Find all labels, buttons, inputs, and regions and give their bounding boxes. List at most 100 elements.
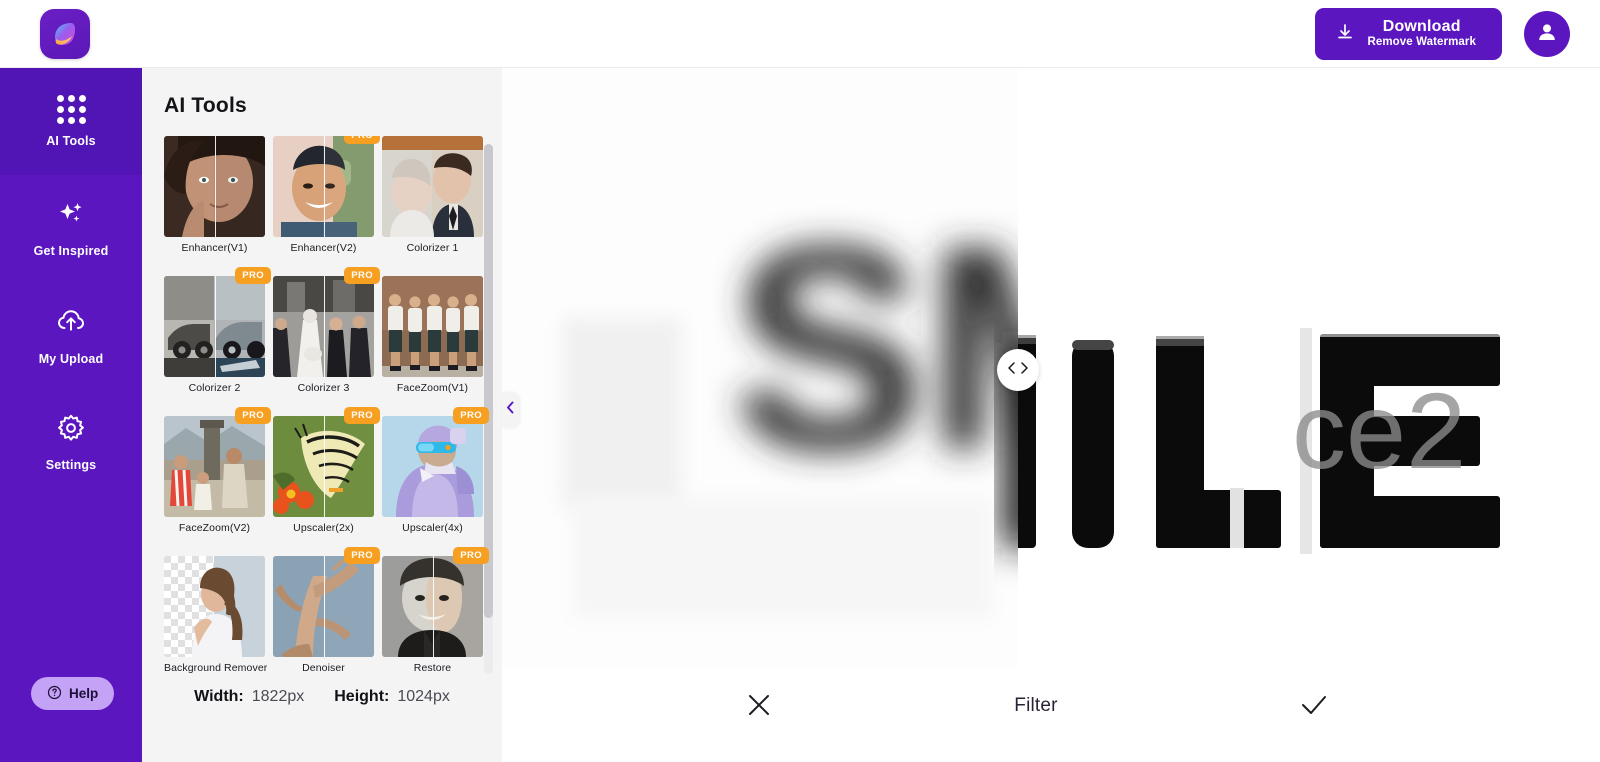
left-right-chevrons-icon <box>1006 361 1030 380</box>
tool-label: Enhancer(V2) <box>290 242 357 254</box>
collapse-panel-button[interactable] <box>502 392 519 428</box>
compare-split-line <box>214 276 216 377</box>
tool-card[interactable]: PRO <box>164 267 271 394</box>
check-icon <box>1300 692 1328 721</box>
pro-badge: PRO <box>453 547 489 564</box>
tool-thumbnail <box>273 136 374 237</box>
sidebar-item-label: AI Tools <box>46 134 96 148</box>
tool-label: Background Remover <box>164 662 268 674</box>
compare-slider-handle[interactable] <box>997 349 1040 391</box>
tool-label: Colorizer 1 <box>406 242 459 254</box>
tool-thumbnail <box>164 556 265 657</box>
ai-tools-panel: AI Tools Enhancer(V1) Enhancer(V2) Color… <box>142 68 502 762</box>
pro-badge: PRO <box>344 267 380 284</box>
user-avatar-icon <box>1535 20 1559 47</box>
tool-card[interactable]: PRO <box>382 547 489 674</box>
sidebar-item-label: Get Inspired <box>33 244 109 258</box>
help-button[interactable]: Help <box>31 677 115 710</box>
app-logo-leaf-icon[interactable] <box>40 8 90 59</box>
tool-thumbnail <box>382 556 483 657</box>
panel-title: AI Tools <box>164 94 247 117</box>
pro-badge: PRO <box>235 267 271 284</box>
image-dimensions: Width: 1822px Height: 1024px <box>142 688 502 706</box>
tool-thumbnail <box>164 276 265 377</box>
tool-thumbnail <box>164 136 265 237</box>
tool-label: Upscaler(4x) <box>402 522 463 534</box>
tool-label: Restore <box>413 662 452 674</box>
header-actions: Download Remove Watermark <box>1315 7 1570 60</box>
tool-card[interactable]: PRO <box>273 136 380 254</box>
app-header: Download Remove Watermark <box>0 0 1600 68</box>
compare-split-line <box>432 556 434 657</box>
compare-split-line <box>323 556 325 657</box>
close-x-icon <box>746 692 772 721</box>
width-value: 1822px <box>251 688 305 705</box>
tool-thumbnail <box>382 276 483 377</box>
question-circle-icon <box>47 685 62 703</box>
editor-canvas: SM ce2 Filter <box>502 68 1600 762</box>
sidebar-item-get-inspired[interactable]: Get Inspired <box>0 175 142 282</box>
left-sidebar: AI Tools Get Inspired My Upload Settings… <box>0 68 142 762</box>
pro-badge: PRO <box>235 407 271 424</box>
pro-badge: PRO <box>344 136 380 144</box>
tool-label: Colorizer 3 <box>297 382 350 394</box>
tool-card[interactable]: Background Remover <box>164 556 268 674</box>
sidebar-item-label: My Upload <box>38 352 104 366</box>
tool-thumbnail <box>164 416 265 517</box>
filter-action-bar: Filter <box>502 650 1600 762</box>
tool-label: FaceZoom(V2) <box>178 522 251 534</box>
sidebar-item-ai-tools[interactable]: AI Tools <box>0 68 142 175</box>
tool-card[interactable]: FaceZoom(V1) <box>382 276 483 394</box>
compare-split-line <box>323 136 325 237</box>
download-sub-label: Remove Watermark <box>1367 36 1476 49</box>
tool-card[interactable]: PRO Denoiser <box>273 547 380 674</box>
tools-grid: Enhancer(V1) PRO <box>142 136 502 674</box>
logo-container[interactable] <box>40 8 90 59</box>
sparkle-icon <box>56 199 86 234</box>
cloud-upload-icon <box>55 305 87 342</box>
tool-label: Colorizer 2 <box>188 382 241 394</box>
chevron-left-icon <box>506 401 515 419</box>
compare-split-line <box>323 276 325 377</box>
confirm-filter-button[interactable] <box>1300 692 1328 721</box>
tool-card[interactable]: PRO <box>382 407 489 534</box>
tool-label: Denoiser <box>302 662 345 674</box>
grid-dots-icon <box>56 95 86 124</box>
app-root: Download Remove Watermark AI Tools Get I… <box>0 0 1600 762</box>
height-value: 1024px <box>397 688 450 705</box>
watermark-text: ce2 <box>1292 370 1466 491</box>
tool-label: Upscaler(2x) <box>293 522 354 534</box>
width-label: Width: <box>194 688 244 705</box>
compare-split-line <box>323 416 325 517</box>
compare-split-line <box>214 136 216 237</box>
tools-scroll-area[interactable]: Enhancer(V1) PRO <box>142 136 502 674</box>
tool-thumbnail <box>382 416 483 517</box>
tool-card[interactable]: PRO <box>273 407 380 534</box>
pro-badge: PRO <box>453 407 489 424</box>
tool-card[interactable]: Enhancer(V1) <box>164 136 265 254</box>
download-main-label: Download <box>1382 17 1461 35</box>
tool-label: Enhancer(V1) <box>181 242 248 254</box>
cancel-filter-button[interactable] <box>746 692 772 721</box>
pro-badge: PRO <box>344 407 380 424</box>
tool-thumbnail <box>382 136 483 237</box>
account-avatar-button[interactable] <box>1524 10 1570 57</box>
tool-thumbnail <box>273 556 374 657</box>
tool-thumbnail <box>273 416 374 517</box>
tool-card[interactable]: PRO <box>164 407 271 534</box>
help-label: Help <box>69 686 99 701</box>
tool-card[interactable]: Colorizer 1 <box>382 136 483 254</box>
sidebar-item-settings[interactable]: Settings <box>0 389 142 496</box>
download-icon <box>1335 22 1355 45</box>
filter-bar-title: Filter <box>1014 695 1058 716</box>
tool-thumbnail <box>273 276 374 377</box>
compare-stage[interactable]: SM ce2 <box>502 68 1600 668</box>
height-label: Height: <box>334 688 390 705</box>
sidebar-item-label: Settings <box>45 458 97 472</box>
tool-label: FaceZoom(V1) <box>396 382 469 394</box>
download-button[interactable]: Download Remove Watermark <box>1315 7 1502 60</box>
tool-card[interactable]: PRO <box>273 267 380 394</box>
sidebar-item-my-upload[interactable]: My Upload <box>0 282 142 389</box>
gear-icon <box>56 413 86 448</box>
pro-badge: PRO <box>344 547 380 564</box>
